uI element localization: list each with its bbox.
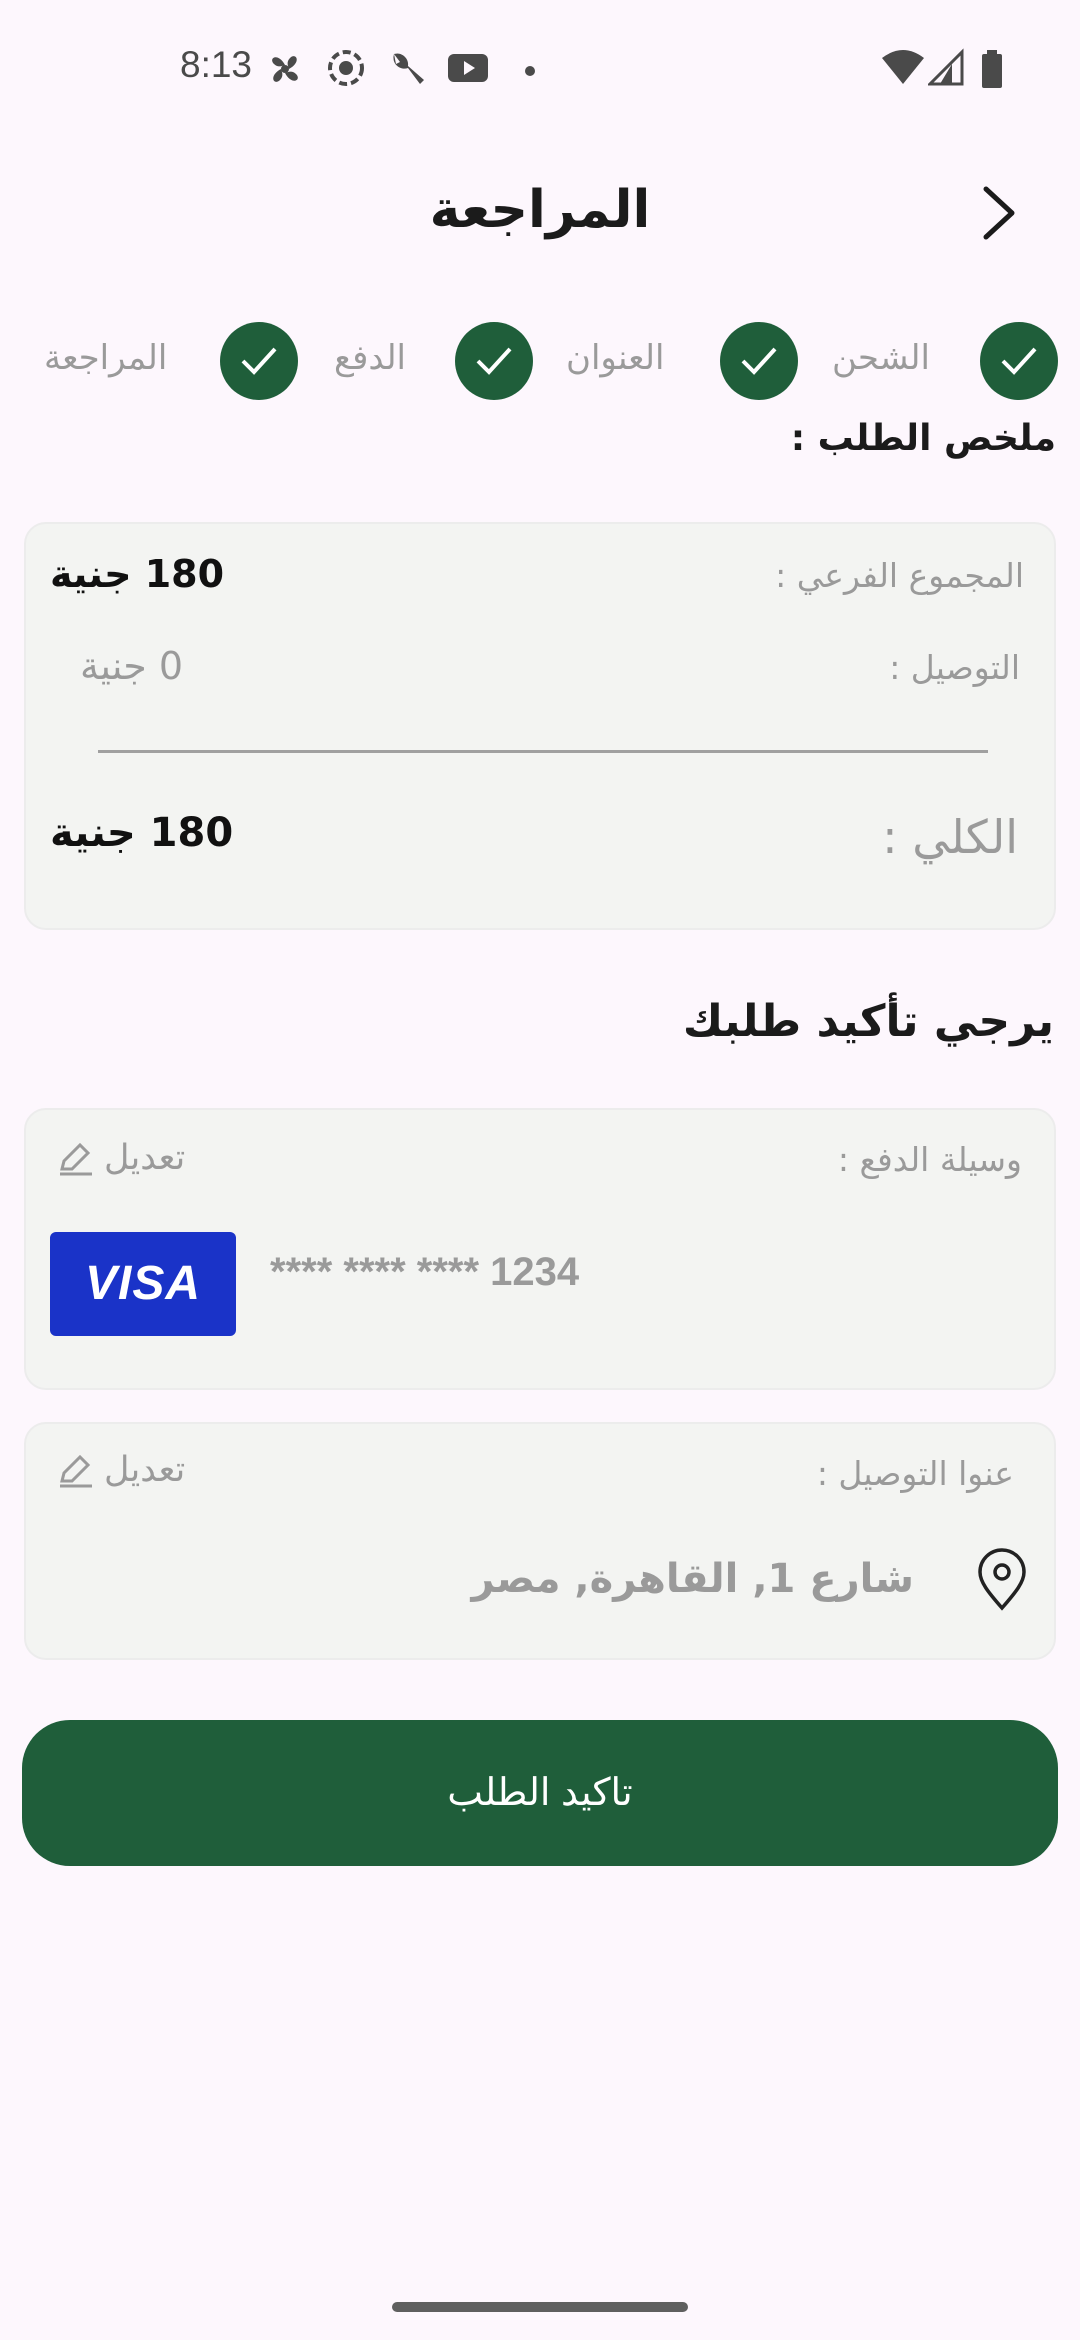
youtube-icon	[446, 48, 490, 92]
step-review-check	[220, 322, 298, 400]
check-icon	[476, 347, 512, 375]
total-value: 180 جنية	[50, 810, 234, 856]
summary-divider	[98, 750, 988, 753]
payment-method-card: وسيلة الدفع : تعديل VISA **** **** **** …	[24, 1108, 1056, 1390]
total-label: الكلي :	[882, 810, 1018, 864]
record-icon	[326, 48, 366, 92]
edit-payment-label: تعديل	[104, 1138, 186, 1178]
check-icon	[241, 347, 277, 375]
confirm-order-heading: يرجي تأكيد طلبك	[682, 996, 1054, 1047]
delivery-label: التوصيل :	[889, 648, 1020, 687]
step-label-payment: الدفع	[334, 338, 407, 378]
step-payment-check	[455, 322, 533, 400]
delivery-address-value: شارع 1, القاهرة, مصر	[471, 1556, 914, 1602]
pencil-icon	[60, 1454, 92, 1488]
delivery-value: 0 جنية	[80, 644, 184, 688]
back-button[interactable]	[980, 185, 1020, 241]
subtotal-label: المجموع الفرعي :	[775, 556, 1024, 595]
dot-icon	[524, 62, 536, 81]
edit-address-link[interactable]: تعديل	[56, 1450, 185, 1490]
step-label-address: العنوان	[566, 338, 665, 378]
step-shipping-check	[980, 322, 1058, 400]
delivery-address-card: عنوا التوصيل : تعديل شارع 1, القاهرة, مص…	[24, 1422, 1056, 1660]
signal-icon	[926, 48, 964, 92]
fan-icon	[264, 48, 306, 94]
home-indicator[interactable]	[392, 2302, 688, 2312]
step-label-review: المراجعة	[44, 338, 168, 378]
masked-card-number: **** **** **** 1234	[270, 1250, 580, 1294]
subtotal-value: 180 جنية	[50, 552, 225, 596]
wrench-icon	[386, 48, 428, 94]
status-bar: 8:13	[0, 0, 1080, 140]
visa-card-icon: VISA	[50, 1232, 236, 1336]
edit-address-label: تعديل	[104, 1450, 186, 1490]
location-pin-icon	[974, 1548, 1030, 1616]
confirm-order-button[interactable]: تاكيد الطلب	[22, 1720, 1058, 1866]
status-time: 8:13	[180, 44, 253, 85]
step-label-shipping: الشحن	[832, 338, 930, 378]
battery-icon	[980, 48, 1004, 94]
check-icon	[1001, 347, 1037, 375]
page-title: المراجعة	[429, 180, 651, 240]
delivery-address-label: عنوا التوصيل :	[816, 1454, 1014, 1493]
chevron-right-icon	[980, 186, 1020, 245]
pencil-icon	[60, 1142, 92, 1176]
step-address-check	[720, 322, 798, 400]
check-icon	[741, 347, 777, 375]
payment-method-label: وسيلة الدفع :	[837, 1140, 1022, 1179]
edit-payment-link[interactable]: تعديل	[56, 1138, 185, 1178]
wifi-icon	[880, 48, 926, 92]
summary-heading: ملخص الطلب :	[790, 418, 1056, 459]
order-summary-card: المجموع الفرعي : 180 جنية التوصيل : 0 جن…	[24, 522, 1056, 930]
